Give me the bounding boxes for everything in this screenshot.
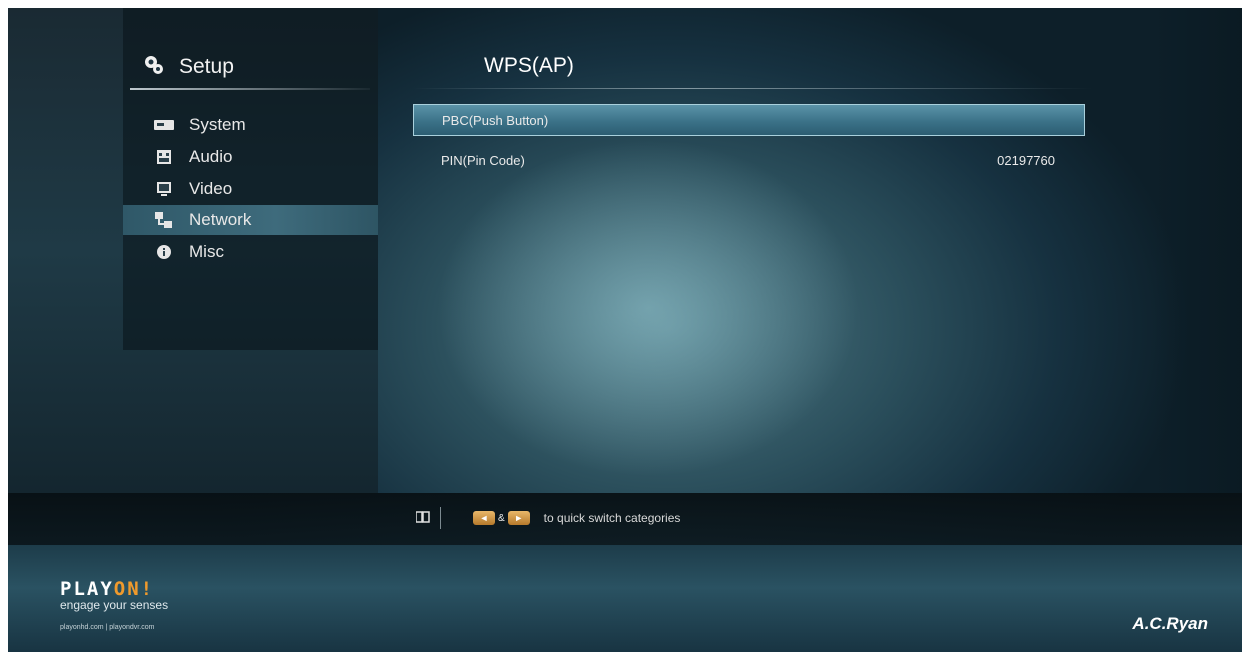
- hint-row: ◄ & ► to quick switch categories: [415, 506, 681, 530]
- page-title: WPS(AP): [484, 54, 574, 77]
- left-arrow-key-icon: ◄: [473, 511, 495, 525]
- hint-amp: &: [498, 512, 505, 524]
- network-icon: [153, 212, 175, 228]
- right-edge-shade: [1154, 8, 1242, 493]
- option-label: PBC(Push Button): [442, 112, 549, 128]
- setup-header: Setup: [143, 52, 234, 82]
- logo-sites: playonhd.com | playondvr.com: [60, 624, 155, 631]
- sidebar-item-label: Audio: [189, 147, 233, 166]
- title-divider: [413, 88, 1093, 89]
- footer-background: [8, 545, 1242, 652]
- right-arrow-key-icon: ►: [507, 511, 530, 525]
- pin-code-value: 02197760: [997, 152, 1055, 168]
- option-label: PIN(Pin Code): [441, 152, 525, 168]
- logo-tagline: engage your senses: [60, 598, 169, 612]
- video-icon: [153, 181, 175, 197]
- sidebar-item-system[interactable]: System: [123, 110, 378, 140]
- audio-icon: [153, 149, 175, 165]
- sidebar-item-label: Network: [189, 210, 252, 229]
- hint-separator: [440, 507, 441, 529]
- logo-main: PLAY: [60, 578, 114, 600]
- setup-title: Setup: [179, 55, 234, 78]
- logo-accent: ON!: [113, 578, 155, 600]
- sidebar-item-video[interactable]: Video: [123, 174, 378, 204]
- settings-icon: [143, 54, 165, 81]
- screen: Setup System Audio Video Network Misc WP…: [8, 8, 1242, 652]
- sidebar-item-audio[interactable]: Audio: [123, 142, 378, 172]
- logo-word: PLAYON!: [60, 578, 168, 600]
- remote-icon: [415, 510, 430, 526]
- setup-underline: [130, 88, 370, 90]
- option-pin[interactable]: PIN(Pin Code) 02197760: [413, 144, 1085, 176]
- playon-logo: PLAYON! engage your senses playonhd.com …: [60, 578, 168, 631]
- sidebar-item-label: Misc: [189, 242, 224, 261]
- sidebar-item-label: System: [189, 115, 246, 134]
- system-icon: [153, 117, 175, 133]
- sidebar-item-network[interactable]: Network: [123, 205, 378, 235]
- option-pbc[interactable]: PBC(Push Button): [413, 104, 1085, 136]
- brand-logo: A.C.Ryan: [1132, 614, 1208, 633]
- sidebar-item-misc[interactable]: Misc: [123, 237, 378, 267]
- info-icon: [153, 244, 175, 260]
- hint-text: to quick switch categories: [543, 511, 681, 525]
- sidebar-item-label: Video: [189, 179, 233, 198]
